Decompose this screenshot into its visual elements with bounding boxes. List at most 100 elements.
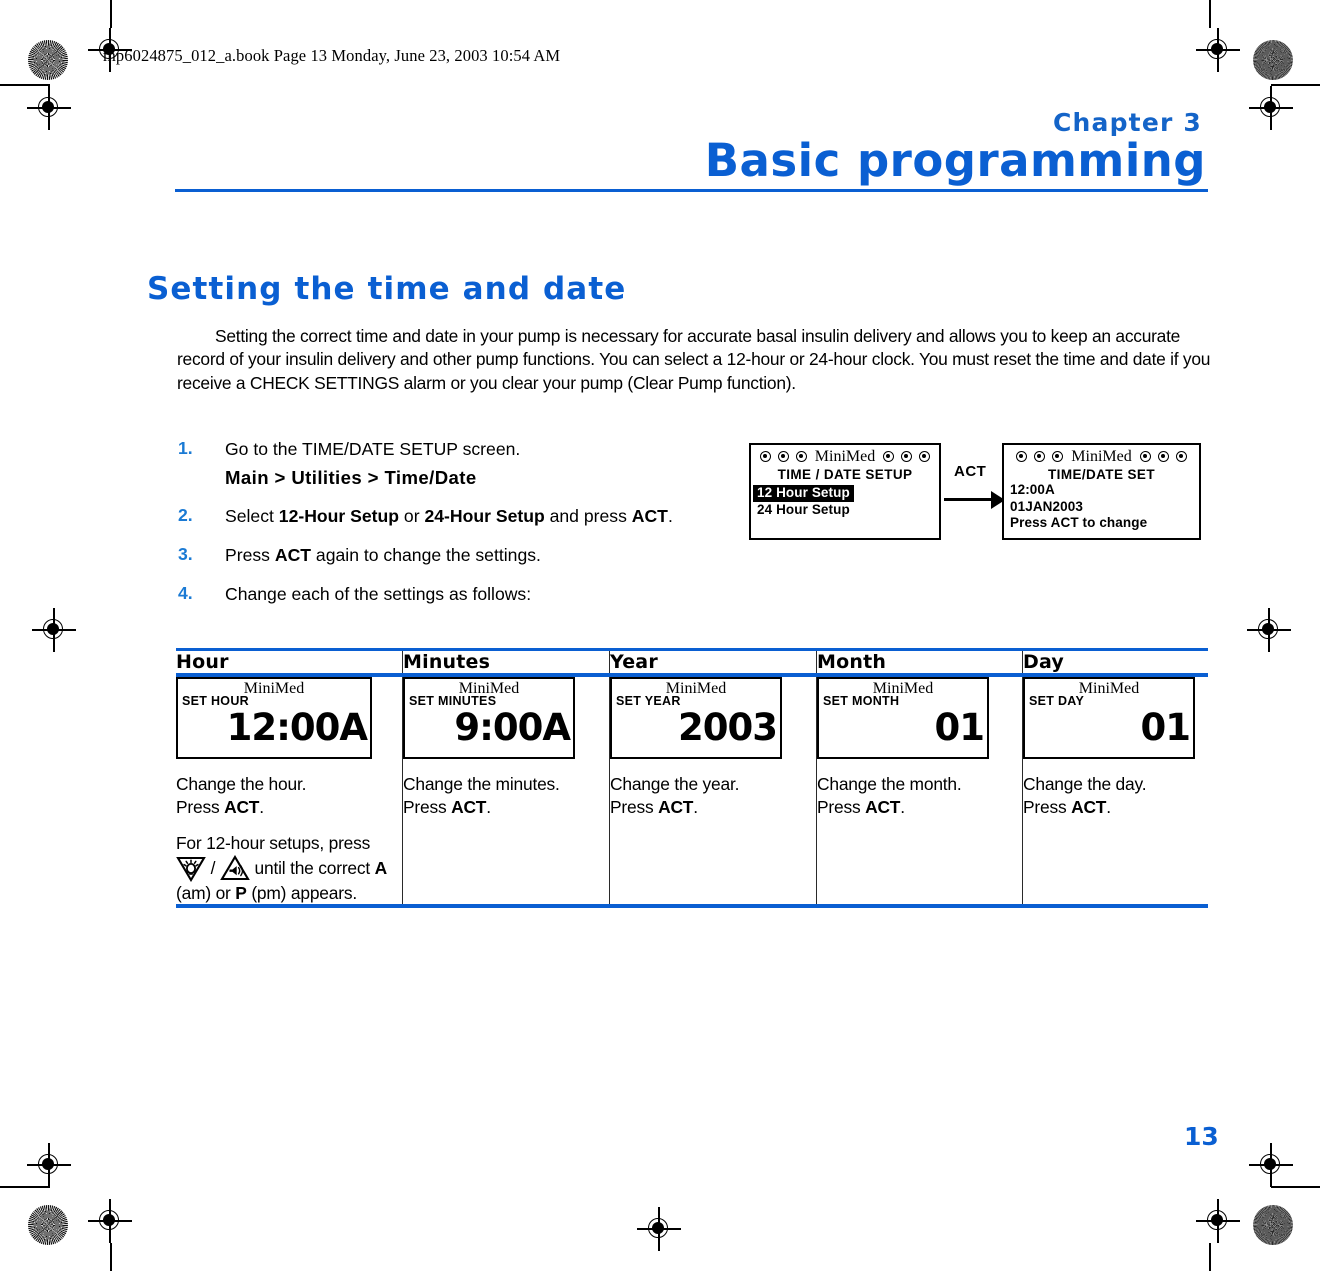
- cell-caption-minutes: Change the minutes. Press ACT.: [403, 773, 609, 818]
- caption-line: Change the month.: [817, 774, 962, 794]
- status-indicator-icon: [1157, 451, 1169, 462]
- caption-paragraph: Change the year. Press ACT.: [610, 773, 816, 818]
- caption-line: (pm) appears.: [246, 882, 357, 903]
- registration-crosshair-bottom-right-inner: [1196, 1199, 1240, 1243]
- column-header-month: Month: [816, 651, 1023, 673]
- caption-line: .: [486, 796, 491, 817]
- page-title: Basic programming: [704, 134, 1206, 187]
- step-text-bold: 24-Hour Setup: [424, 506, 545, 526]
- lcd-field-value: 9:00A: [454, 706, 571, 749]
- caption-line: For 12-hour setups, press: [176, 833, 371, 853]
- caption-bold: ACT: [224, 796, 260, 817]
- step-item-4: 4. Change each of the settings as follow…: [178, 583, 738, 606]
- chapter-label: Chapter 3: [1052, 108, 1202, 137]
- lcd-option-24-hour-setup[interactable]: 24 Hour Setup: [751, 502, 939, 519]
- pump-screen-time-date-set: MiniMed TIME/DATE SET 12:00A 01JAN2003 P…: [1002, 443, 1201, 540]
- trim-line-bottom-left-horizontal: [0, 1186, 50, 1188]
- caption-line: Press: [817, 796, 866, 817]
- pump-screen-set-year: MiniMed SET YEAR 2003: [610, 677, 782, 759]
- status-indicator-icon: [883, 451, 895, 462]
- act-transition-arrow: ACT: [944, 463, 1006, 523]
- caption-line: Change the hour.: [176, 774, 307, 794]
- registration-star-bottom-left: [28, 1205, 68, 1245]
- registration-crosshair-bottom-left-inner: [88, 1199, 132, 1243]
- column-header-hour: Hour: [176, 651, 403, 673]
- registration-star-bottom-right: [1253, 1205, 1293, 1245]
- table-cell-day: MiniMed SET DAY 01 Change the day. Press …: [1022, 677, 1212, 904]
- lcd-current-time: 12:00A: [1010, 482, 1055, 497]
- caption-line: .: [259, 796, 264, 817]
- lcd-field-value: 12:00A: [226, 706, 368, 749]
- caption-line: (am) or: [176, 882, 236, 903]
- dim-light-button-icon: [176, 855, 206, 882]
- alert-indicator-icon: [795, 451, 807, 462]
- pump-screen-set-hour: MiniMed SET HOUR 12:00A: [176, 677, 372, 759]
- caption-line: Press: [610, 796, 659, 817]
- status-indicator-icon: [919, 451, 931, 462]
- chapter-rule-divider: [175, 189, 1208, 192]
- lcd-status-bar: MiniMed: [751, 445, 939, 466]
- act-button-label: ACT: [954, 463, 987, 480]
- caption-line: Change the minutes.: [403, 774, 560, 794]
- lcd-field-value: 2003: [678, 706, 778, 749]
- lcd-screen-heading: TIME / DATE SETUP: [777, 467, 913, 482]
- status-indicator-icon: [901, 451, 913, 462]
- caption-bold: P: [235, 882, 247, 903]
- registration-crosshair-left-center: [32, 608, 76, 652]
- trim-line-bottom-left-vertical: [110, 1243, 112, 1271]
- status-indicator-icon: [1175, 451, 1187, 462]
- battery-indicator-icon: [759, 451, 771, 462]
- table-bottom-rule: [176, 904, 1208, 908]
- caption-bold: ACT: [865, 796, 901, 817]
- registration-crosshair-top-right-outer: [1249, 86, 1293, 130]
- step-item-3: 3. Press ACT again to change the setting…: [178, 544, 738, 567]
- trim-line-bottom-right-vertical: [1209, 1243, 1211, 1271]
- arrow-shaft: [944, 498, 994, 501]
- lcd-instruction: Press ACT to change: [1010, 515, 1148, 530]
- settings-table-body: MiniMed SET HOUR 12:00A Change the hour.…: [176, 677, 1212, 904]
- step-number: 1.: [178, 438, 193, 458]
- trim-line-top-left-horizontal: [0, 84, 50, 86]
- menu-path: Main > Utilities > Time/Date: [225, 467, 477, 488]
- table-cell-minutes: MiniMed SET MINUTES 9:00A Change the min…: [402, 677, 610, 904]
- trim-line-top-right-horizontal: [1271, 84, 1320, 86]
- lcd-status-bar: MiniMed: [1004, 445, 1199, 466]
- section-paragraph: Setting the correct time and date in you…: [177, 326, 1211, 393]
- column-header-year: Year: [609, 651, 817, 673]
- reservoir-indicator-icon: [777, 451, 789, 462]
- step-text-part: and press: [544, 506, 632, 526]
- caption-paragraph-am-pm: For 12-hour setups, press / until the co…: [176, 832, 402, 904]
- pump-screen-set-month: MiniMed SET MONTH 01: [817, 677, 989, 759]
- caption-bold: ACT: [1071, 796, 1107, 817]
- step-text-part: .: [667, 506, 673, 526]
- lcd-option-12-hour-setup[interactable]: 12 Hour Setup: [753, 485, 854, 502]
- pump-brand-label: MiniMed: [814, 447, 876, 465]
- step-text-bold: ACT: [274, 545, 312, 565]
- step-text: Change each of the settings as follows:: [225, 584, 532, 604]
- file-header-text: mp6024875_012_a.book Page 13 Monday, Jun…: [103, 46, 561, 65]
- table-header-row: Hour Minutes Year Month Day: [176, 651, 1212, 673]
- caption-line: Press: [403, 796, 452, 817]
- step-text-bold: ACT: [631, 506, 668, 526]
- registration-star-top-left: [28, 40, 68, 80]
- column-header-day: Day: [1022, 651, 1212, 673]
- cell-caption-day: Change the day. Press ACT.: [1023, 773, 1212, 818]
- caption-line: .: [693, 796, 698, 817]
- step-text-bold: 12-Hour Setup: [278, 506, 400, 526]
- caption-line: Press: [176, 796, 225, 817]
- registration-crosshair-top-left-outer: [27, 86, 71, 130]
- step-text: Go to the TIME/DATE SETUP screen.: [225, 439, 521, 459]
- caption-line: .: [1106, 796, 1111, 817]
- step-item-1: 1. Go to the TIME/DATE SETUP screen. Mai…: [178, 438, 738, 489]
- trim-line-top-right-vertical: [1209, 0, 1211, 28]
- registration-crosshair-top-right-inner: [1196, 28, 1240, 72]
- lcd-current-date: 01JAN2003: [1010, 498, 1083, 514]
- caption-line: Change the year.: [610, 774, 740, 794]
- steps-list: 1. Go to the TIME/DATE SETUP screen. Mai…: [178, 438, 738, 619]
- caption-bold: ACT: [451, 796, 487, 817]
- step-number: 4.: [178, 583, 193, 603]
- table-cell-month: MiniMed SET MONTH 01 Change the month. Pr…: [816, 677, 1023, 904]
- registration-crosshair-bottom-center: [637, 1207, 681, 1251]
- registration-crosshair-bottom-right-outer: [1249, 1143, 1293, 1187]
- caption-bold: ACT: [658, 796, 694, 817]
